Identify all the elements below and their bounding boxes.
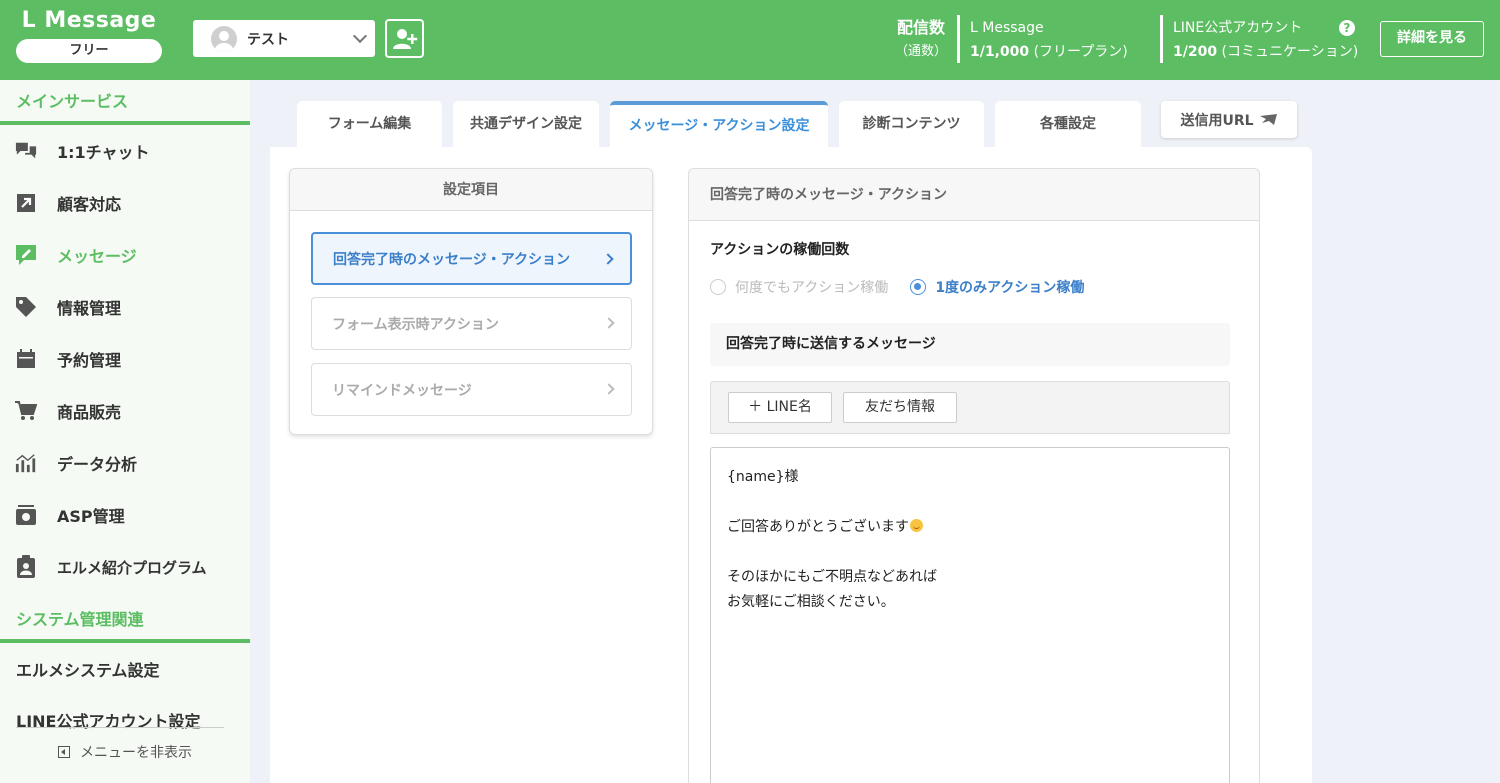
calendar-icon — [15, 348, 37, 370]
setting-remind-message[interactable]: リマインドメッセージ — [311, 363, 632, 416]
chevron-right-icon — [603, 383, 615, 395]
sidebar-item-sales[interactable]: 商品販売 — [0, 385, 250, 437]
insert-line-name-button[interactable]: ＋ LINE名 — [728, 392, 832, 423]
arrow-up-right-icon — [15, 192, 37, 214]
settings-card: 設定項目 回答完了時のメッセージ・アクション フォーム表示時アクション リマイン… — [289, 168, 653, 435]
setting-form-display-action[interactable]: フォーム表示時アクション — [311, 297, 632, 350]
tag-icon — [15, 296, 37, 318]
radio-any-times-label[interactable]: 何度でもアクション稼働 — [735, 277, 888, 297]
add-user-icon — [392, 28, 417, 49]
line-account-usage: LINE公式アカウント 1/200 (コミュニケーション) — [1173, 20, 1359, 60]
sidebar: メインサービス 1:1チャット 顧客対応 メッセージ 情報管理 予約管理 商品販… — [0, 80, 250, 783]
action-count-label: アクションの稼働回数 — [710, 242, 850, 258]
clipboard-user-icon — [15, 555, 37, 578]
paper-plane-icon — [1259, 113, 1277, 125]
chevron-right-icon — [603, 317, 615, 329]
tab-message-action[interactable]: メッセージ・アクション設定 — [610, 101, 828, 147]
tab-common-design[interactable]: 共通デザイン設定 — [453, 101, 599, 147]
divider — [1160, 15, 1163, 63]
send-url-button[interactable]: 送信用URL — [1161, 101, 1297, 138]
collapse-icon — [58, 746, 70, 758]
message-line — [727, 540, 1213, 565]
message-label: 回答完了時に送信するメッセージ — [710, 323, 1230, 366]
action-count-options: 何度でもアクション稼働 1度のみアクション稼働 — [710, 277, 1084, 297]
system-section-heading: システム管理関連 — [16, 610, 144, 629]
add-user-button[interactable] — [385, 19, 424, 58]
sidebar-item-customer-support[interactable]: 顧客対応 — [0, 177, 250, 229]
insert-friend-info-button[interactable]: 友だち情報 — [843, 392, 957, 423]
lmessage-usage: L Message 1/1,000 (フリープラン) — [970, 20, 1128, 60]
message-line: お気軽にご相談ください。 — [727, 594, 895, 610]
message-line: {name}様 — [727, 469, 799, 485]
account-name: テスト — [247, 31, 289, 48]
sidebar-item-reservation[interactable]: 予約管理 — [0, 333, 250, 385]
account-select[interactable]: テスト — [193, 20, 375, 57]
chevron-right-icon — [602, 253, 614, 265]
tab-settings[interactable]: 各種設定 — [995, 101, 1141, 147]
radio-once[interactable] — [910, 279, 927, 295]
message-line — [727, 490, 1213, 515]
cart-icon — [15, 400, 37, 422]
sidebar-item-analytics[interactable]: データ分析 — [0, 437, 250, 489]
main-service-heading: メインサービス — [16, 92, 129, 111]
sidebar-item-line-settings[interactable]: LINE公式アカウント設定 — [0, 694, 250, 746]
message-toolbar: ＋ LINE名 友だち情報 — [710, 381, 1230, 434]
tab-form-edit[interactable]: フォーム編集 — [297, 101, 442, 147]
tab-diagnosis[interactable]: 診断コンテンツ — [839, 101, 984, 147]
top-header: L Message フリー テスト 配信数 （通数） L Message 1/1… — [0, 0, 1500, 80]
sidebar-item-message[interactable]: メッセージ — [0, 229, 250, 281]
smile-emoji-icon — [910, 519, 923, 532]
chevron-down-icon — [352, 28, 368, 43]
divider — [957, 15, 960, 63]
logo-text: L Message — [21, 8, 157, 33]
delivery-count-label: 配信数 （通数） — [894, 18, 947, 59]
detail-button[interactable]: 詳細を見る — [1380, 21, 1484, 57]
avatar-icon — [211, 25, 237, 52]
action-card: 回答完了時のメッセージ・アクション アクションの稼働回数 何度でもアクション稼働… — [688, 168, 1260, 783]
divider — [16, 727, 224, 728]
radio-once-label[interactable]: 1度のみアクション稼働 — [935, 277, 1084, 297]
settings-title: 設定項目 — [290, 169, 652, 211]
chat-bubbles-icon — [15, 140, 37, 162]
radio-any-times[interactable] — [710, 279, 726, 295]
logo[interactable]: L Message フリー — [16, 8, 162, 63]
hide-menu-button[interactable]: メニューを非表示 — [0, 742, 250, 762]
plan-badge: フリー — [16, 39, 162, 63]
sidebar-item-referral[interactable]: エルメ紹介プログラム — [0, 541, 250, 593]
pencil-message-icon — [15, 244, 37, 266]
message-line: ご回答ありがとうございます — [727, 515, 1213, 540]
action-title: 回答完了時のメッセージ・アクション — [689, 169, 1259, 221]
message-line: そのほかにもご不明点などあれば — [727, 569, 937, 585]
inbox-icon — [15, 504, 37, 526]
sidebar-item-info[interactable]: 情報管理 — [0, 281, 250, 333]
sidebar-item-chat[interactable]: 1:1チャット — [0, 125, 250, 177]
chart-icon — [15, 452, 37, 474]
message-textarea[interactable]: {name}様 ご回答ありがとうございます そのほかにもご不明点などあれば お気… — [710, 447, 1230, 783]
sidebar-item-asp[interactable]: ASP管理 — [0, 489, 250, 541]
sidebar-item-system-settings[interactable]: エルメシステム設定 — [0, 643, 250, 695]
setting-completion-action[interactable]: 回答完了時のメッセージ・アクション — [311, 232, 632, 285]
help-icon[interactable]: ? — [1339, 20, 1355, 36]
